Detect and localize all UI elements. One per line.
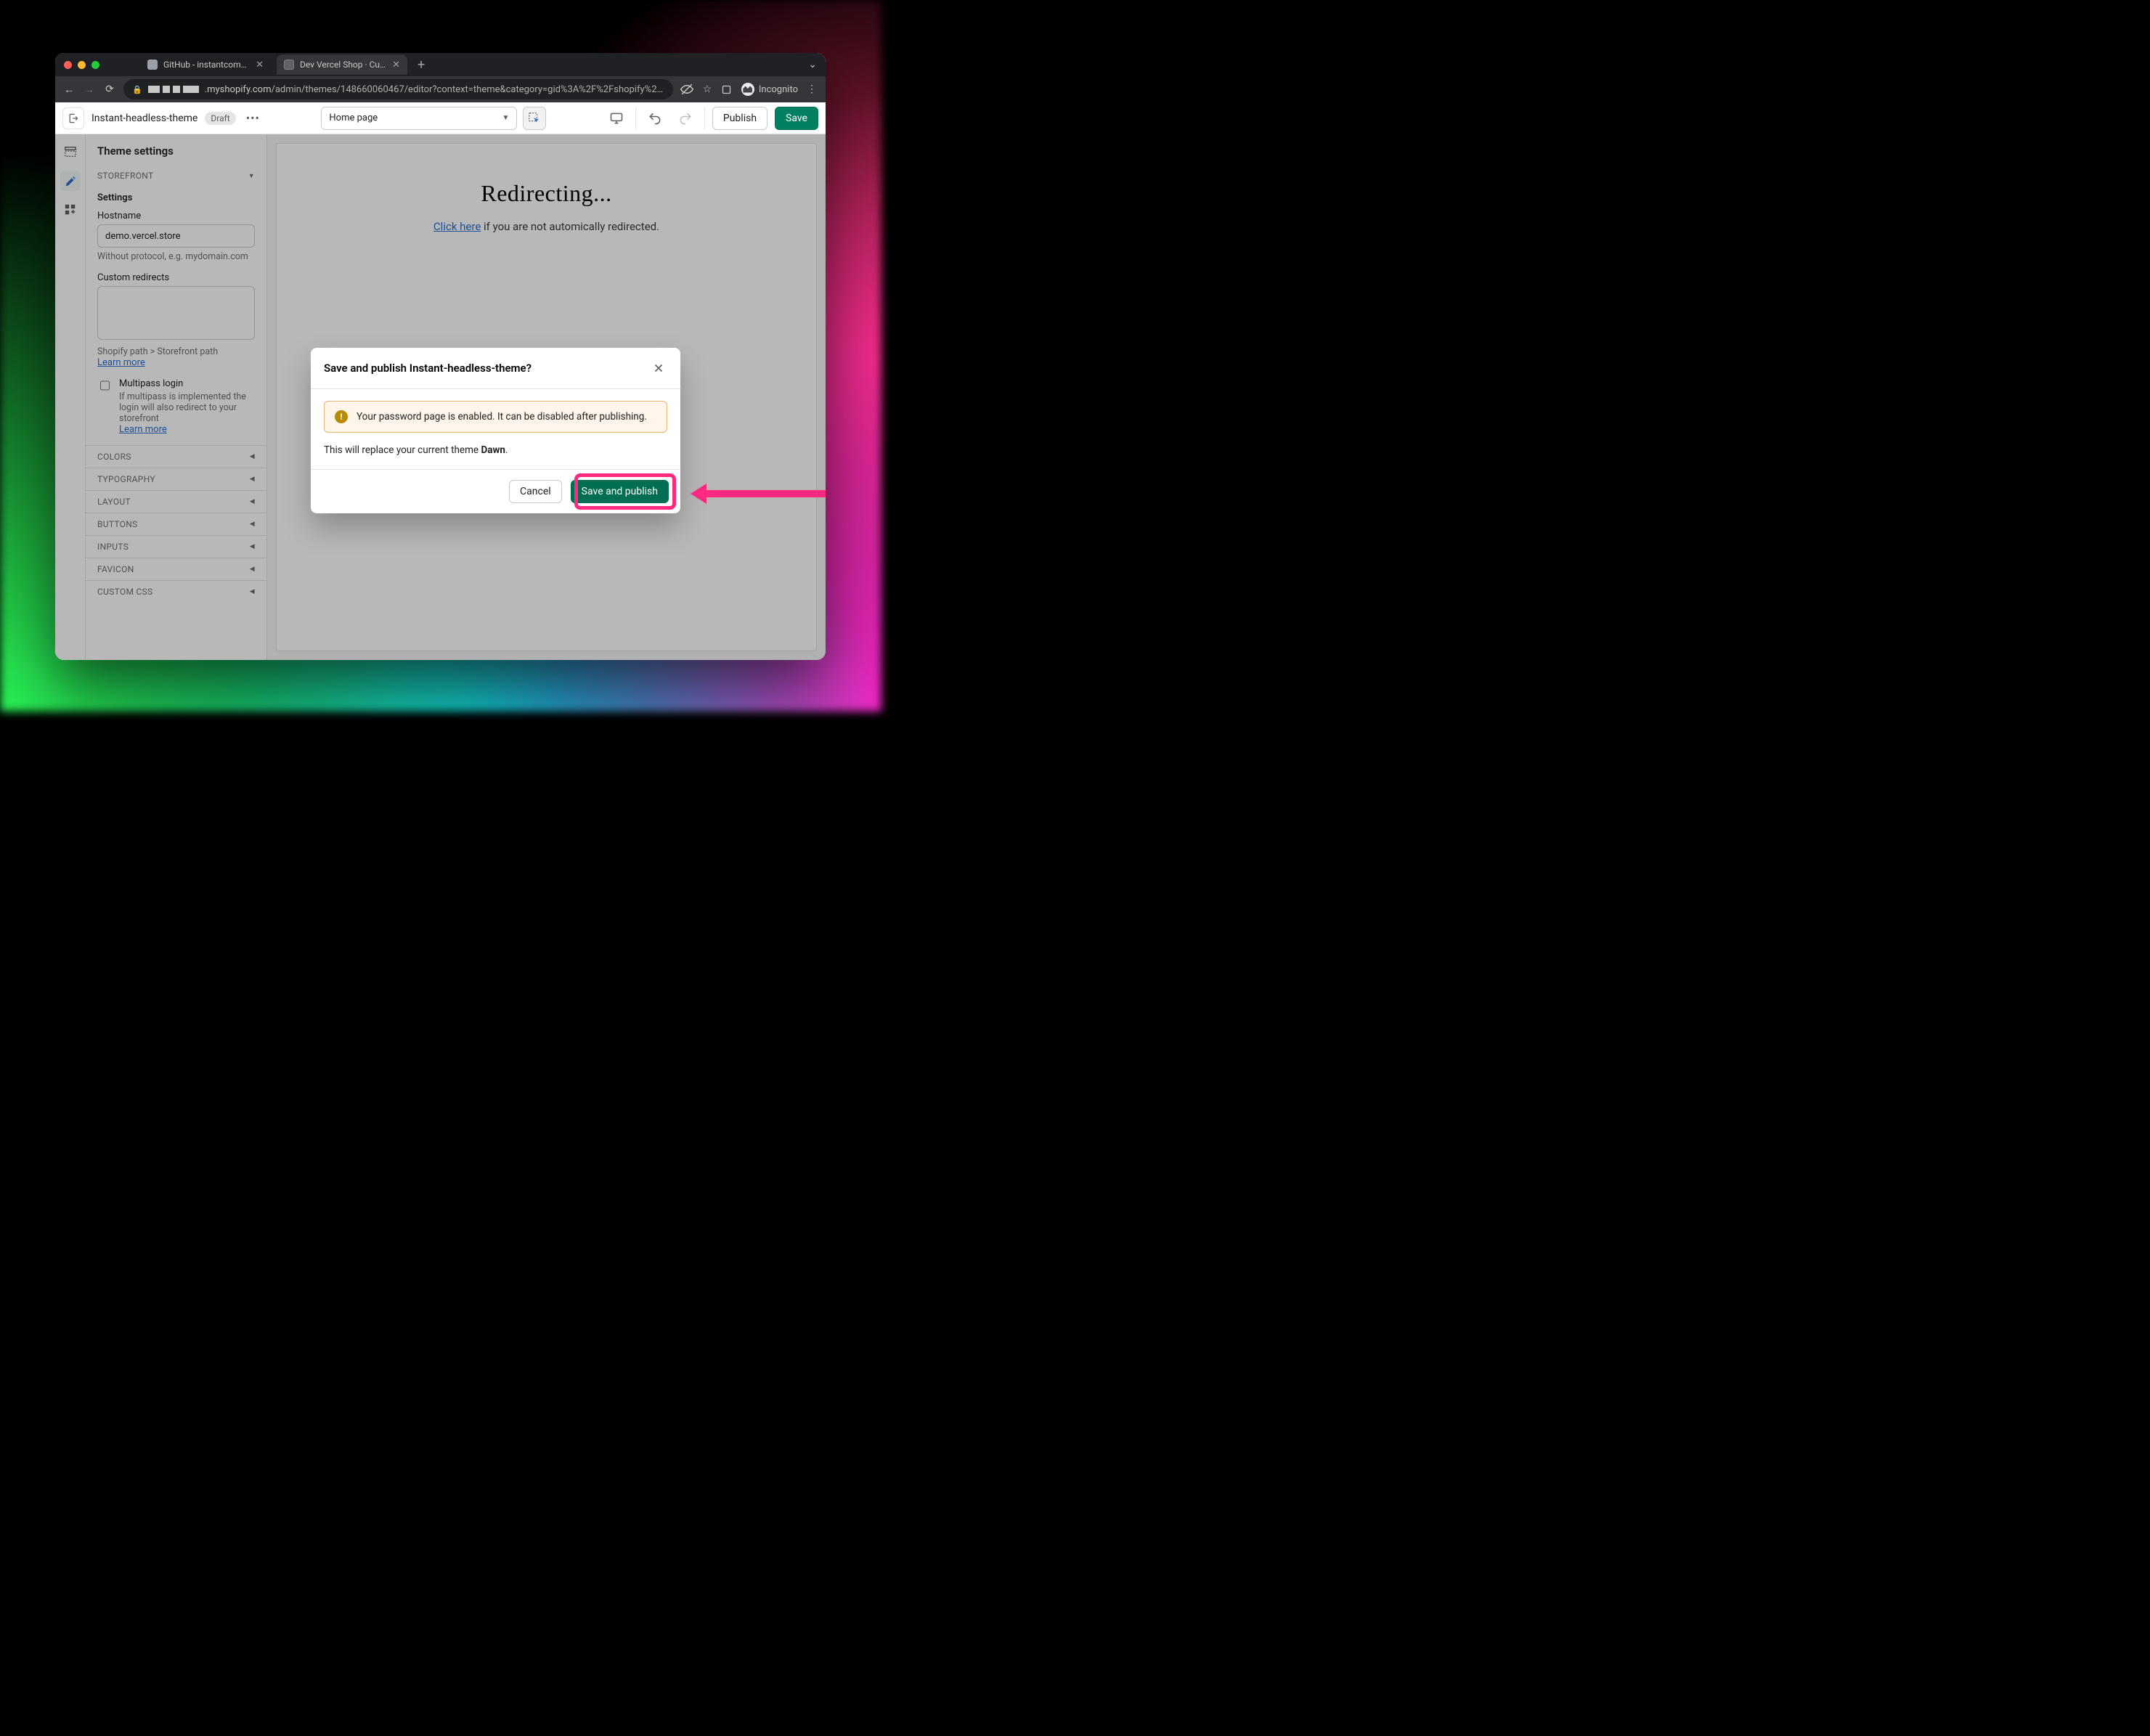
tab-overflow-icon[interactable]: ⌄: [808, 59, 817, 70]
save-button[interactable]: Save: [775, 107, 818, 130]
page-selector-wrap: Home page ▼: [321, 107, 546, 130]
modal-message-post: .: [505, 444, 508, 456]
incognito-label: Incognito: [759, 84, 798, 95]
divider: [635, 107, 636, 129]
address-bar[interactable]: 🔒 .myshopify.com/admin/themes/1486600604…: [123, 79, 673, 99]
cancel-label: Cancel: [520, 486, 551, 497]
more-actions-button[interactable]: •••: [243, 108, 263, 128]
nav-back-icon[interactable]: ←: [62, 83, 76, 96]
save-label: Save: [786, 113, 807, 124]
modal-message: This will replace your current theme Daw…: [324, 444, 667, 456]
favicon-shopify: [284, 60, 294, 70]
close-tab-icon[interactable]: ✕: [256, 60, 264, 70]
new-tab-button[interactable]: +: [413, 57, 429, 73]
traffic-light-minimize[interactable]: [78, 61, 86, 69]
browser-window: GitHub - instantcommerce/sho ✕ Dev Verce…: [55, 53, 826, 660]
page-selector[interactable]: Home page ▼: [321, 107, 517, 130]
modal-message-pre: This will replace your current theme: [324, 444, 481, 456]
extensions-icon[interactable]: [721, 84, 734, 95]
lock-icon: 🔒: [132, 85, 142, 94]
eye-off-icon[interactable]: [680, 83, 693, 96]
incognito-badge[interactable]: Incognito: [741, 83, 798, 96]
banner-text: Your password page is enabled. It can be…: [357, 411, 647, 423]
modal-close-button[interactable]: [650, 359, 667, 377]
traffic-light-zoom[interactable]: [91, 61, 99, 69]
inspector-toggle[interactable]: [523, 107, 546, 130]
browser-tab-github[interactable]: GitHub - instantcommerce/sho ✕: [140, 54, 271, 75]
publish-modal: Save and publish Instant-headless-theme?…: [311, 348, 680, 513]
redacted-subdomain: [148, 86, 199, 93]
modal-body: ! Your password page is enabled. It can …: [311, 389, 680, 469]
tab-title: Dev Vercel Shop · Customize I: [300, 60, 386, 70]
modal-header: Save and publish Instant-headless-theme?: [311, 348, 680, 389]
redo-button[interactable]: [674, 107, 697, 130]
page-selector-value: Home page: [329, 113, 378, 123]
traffic-light-close[interactable]: [64, 61, 72, 69]
kebab-menu-icon[interactable]: ⋮: [805, 83, 818, 95]
chevron-down-icon: ▼: [502, 114, 509, 122]
draft-badge: Draft: [205, 112, 235, 125]
close-tab-icon[interactable]: ✕: [392, 60, 400, 70]
cancel-button[interactable]: Cancel: [509, 480, 562, 503]
modal-title: Save and publish Instant-headless-theme?: [324, 362, 532, 375]
nav-forward-icon[interactable]: →: [83, 83, 96, 96]
exit-editor-button[interactable]: [62, 107, 84, 129]
divider: [704, 107, 705, 129]
tab-title: GitHub - instantcommerce/sho: [163, 60, 250, 70]
url-text: .myshopify.com/admin/themes/148660060467…: [205, 84, 664, 95]
modal-message-theme: Dawn: [481, 444, 505, 456]
app-bar: Instant-headless-theme Draft ••• Home pa…: [55, 102, 826, 134]
theme-name: Instant-headless-theme: [91, 113, 198, 124]
save-and-publish-button[interactable]: Save and publish: [571, 480, 669, 503]
favicon-github: [147, 60, 158, 70]
warning-banner: ! Your password page is enabled. It can …: [324, 401, 667, 433]
publish-button[interactable]: Publish: [712, 107, 767, 130]
appbar-right: Publish Save: [605, 107, 818, 130]
tab-strip: GitHub - instantcommerce/sho ✕ Dev Verce…: [55, 53, 826, 76]
incognito-icon: [741, 83, 754, 96]
modal-footer: Cancel Save and publish: [311, 469, 680, 513]
undo-button[interactable]: [643, 107, 667, 130]
confirm-label: Save and publish: [582, 486, 658, 497]
reload-icon[interactable]: ⟳: [103, 83, 116, 95]
viewport-desktop-icon[interactable]: [605, 107, 628, 130]
browser-toolbar: ← → ⟳ 🔒 .myshopify.com/admin/themes/1486…: [55, 76, 826, 102]
publish-label: Publish: [723, 113, 757, 124]
bookmark-star-icon[interactable]: ☆: [701, 83, 714, 95]
browser-tab-shopify[interactable]: Dev Vercel Shop · Customize I ✕: [277, 54, 407, 75]
warning-icon: !: [335, 410, 348, 423]
